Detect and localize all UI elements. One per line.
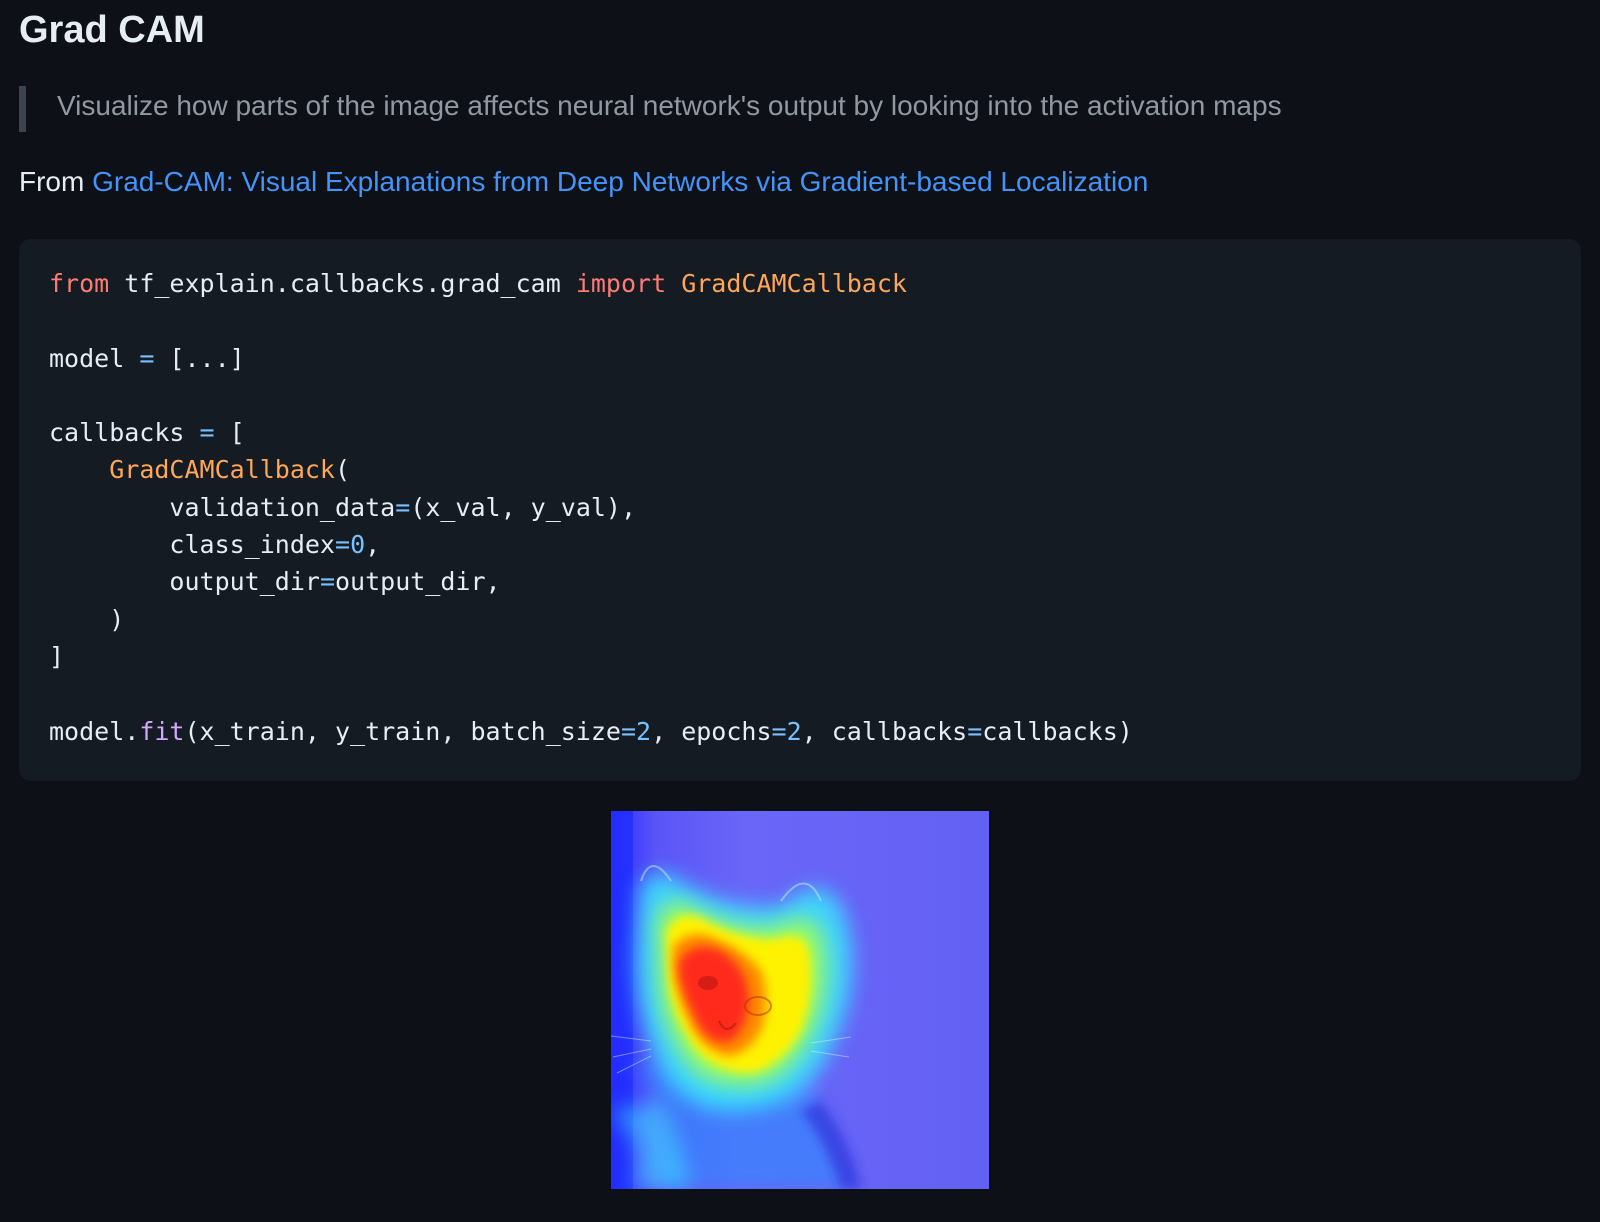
open-bracket: [	[214, 418, 245, 448]
imported-class: GradCAMCallback	[681, 269, 907, 298]
output-dir-value: output_dir,	[335, 567, 501, 597]
callback-constructor: GradCAMCallback	[109, 455, 335, 485]
code-block: from tf_explain.callbacks.grad_cam impor…	[19, 239, 1581, 781]
paper-link[interactable]: Grad-CAM: Visual Explanations from Deep …	[92, 166, 1148, 197]
kwarg-eq: =	[771, 716, 787, 746]
comma: ,	[365, 530, 381, 560]
cat-eye-left	[698, 976, 718, 990]
source-prefix: From	[19, 166, 85, 197]
close-bracket: ]	[49, 641, 65, 671]
source-line: From Grad-CAM: Visual Explanations from …	[19, 162, 1148, 202]
fit-method: fit	[139, 716, 185, 746]
class-index-arg: class_index	[169, 530, 335, 560]
open-paren: (	[335, 455, 351, 485]
output-dir-arg: output_dir	[169, 567, 320, 597]
kwarg-eq: =	[319, 567, 335, 597]
description-text: Visualize how parts of the image affects…	[57, 90, 1282, 121]
description-blockquote: Visualize how parts of the image affects…	[19, 86, 1559, 132]
model-dot: model.	[49, 716, 140, 746]
keyword-import: import	[575, 269, 667, 298]
close-paren: )	[109, 604, 125, 634]
kwarg-eq: =	[335, 530, 351, 560]
module-path: tf_explain.callbacks.grad_cam	[109, 269, 576, 298]
model-var: model	[49, 343, 140, 373]
batch-size-value: 2	[636, 716, 652, 746]
heatmap-svg	[611, 811, 989, 1189]
validation-data-value: (x_val, y_val),	[410, 492, 637, 522]
fit-args: , epochs	[651, 716, 772, 746]
kwarg-eq: =	[395, 492, 411, 522]
validation-data-arg: validation_data	[169, 492, 396, 522]
epochs-value: 2	[786, 716, 802, 746]
code-content: from tf_explain.callbacks.grad_cam impor…	[49, 265, 1551, 750]
model-value: [...]	[154, 343, 245, 373]
fit-args: , callbacks	[801, 716, 968, 746]
assign-op: =	[139, 343, 155, 373]
section-heading: Grad CAM	[19, 9, 205, 51]
callbacks-var: callbacks	[49, 418, 200, 448]
assign-op: =	[199, 418, 215, 448]
grad-cam-heatmap-image	[611, 811, 989, 1189]
kwarg-eq: =	[967, 716, 983, 746]
fit-args: callbacks)	[982, 716, 1133, 746]
fit-args: (x_train, y_train, batch_size	[184, 716, 621, 746]
readme-page: Grad CAM Visualize how parts of the imag…	[0, 0, 1600, 1222]
class-index-value: 0	[350, 530, 366, 560]
keyword-from: from	[49, 269, 110, 298]
kwarg-eq: =	[620, 716, 637, 746]
